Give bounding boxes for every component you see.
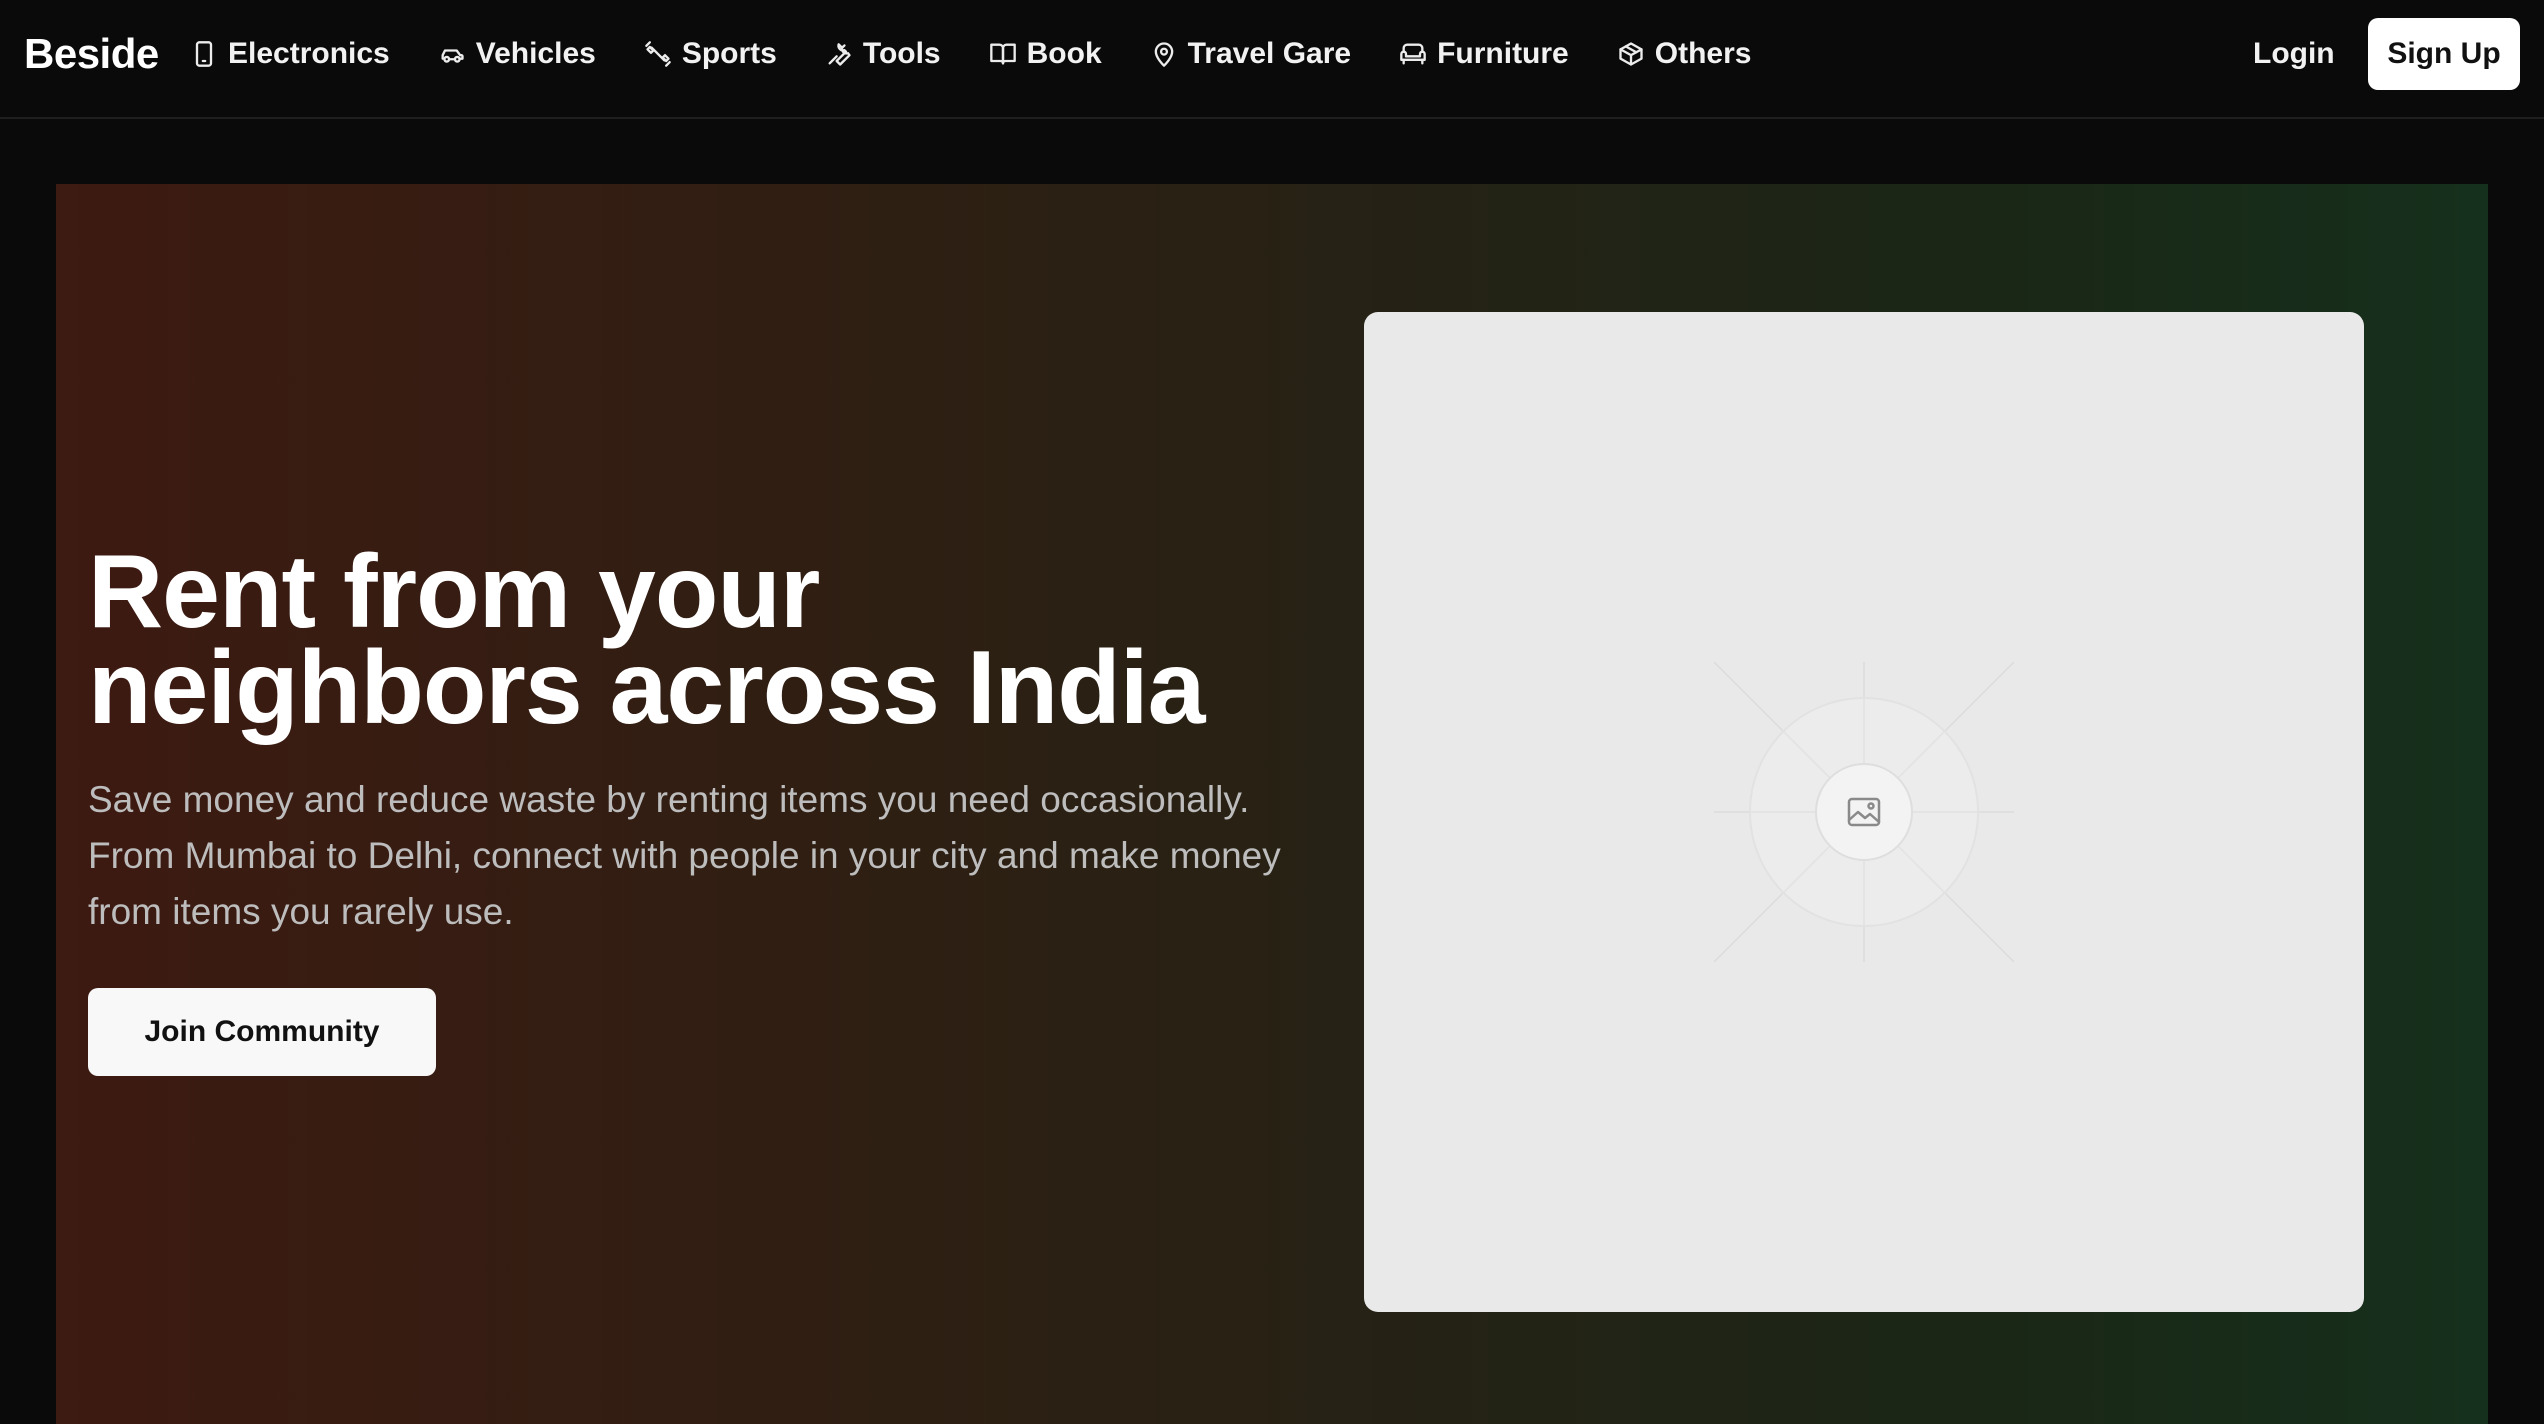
car-icon	[441, 49, 464, 63]
nav-item-label: Book	[1026, 37, 1102, 70]
category-nav: Electronics Vehicles Sports Tools Book T…	[190, 26, 1799, 82]
nav-item-furniture[interactable]: Furniture	[1399, 37, 1569, 71]
join-community-button[interactable]: Join Community	[88, 988, 436, 1076]
map-pin-icon	[1154, 42, 1173, 67]
signup-button[interactable]: Sign Up	[2368, 18, 2520, 90]
nav-item-tools[interactable]: Tools	[825, 37, 941, 71]
wrench-icon	[828, 43, 851, 66]
nav-item-book[interactable]: Book	[989, 37, 1102, 71]
smartphone-icon	[195, 41, 213, 67]
brand-logo[interactable]: Beside	[24, 26, 159, 82]
nav-item-label: Electronics	[228, 37, 390, 70]
nav-item-label: Travel Gare	[1187, 37, 1352, 70]
nav-item-electronics[interactable]: Electronics	[190, 37, 390, 71]
top-navbar: Beside Electronics Vehicles Sports Tools…	[0, 0, 2544, 119]
dumbbell-icon	[644, 41, 671, 67]
nav-item-label: Others	[1654, 37, 1752, 70]
hero-title-line-2: neighbors across India	[88, 630, 1206, 746]
login-button[interactable]: Login	[2253, 34, 2335, 74]
nav-item-label: Vehicles	[475, 37, 596, 70]
hero-description: Save money and reduce waste by renting i…	[88, 779, 1281, 932]
nav-item-label: Furniture	[1437, 37, 1569, 70]
nav-item-sports[interactable]: Sports	[644, 37, 777, 71]
hero-section: Rent from your neighbors across India Sa…	[56, 184, 2488, 1424]
nav-item-label: Tools	[862, 37, 941, 70]
nav-item-others[interactable]: Others	[1617, 37, 1752, 71]
package-icon	[1619, 42, 1643, 66]
nav-item-vehicles[interactable]: Vehicles	[438, 37, 596, 71]
book-open-icon	[989, 43, 1016, 65]
hero-image-placeholder	[1364, 312, 2364, 1312]
image-icon	[1714, 662, 2014, 962]
nav-item-label: Sports	[681, 37, 777, 70]
sofa-icon	[1400, 43, 1426, 65]
nav-item-travel-gare[interactable]: Travel Gare	[1150, 37, 1351, 71]
hero-title: Rent from your neighbors across India	[88, 540, 1328, 740]
